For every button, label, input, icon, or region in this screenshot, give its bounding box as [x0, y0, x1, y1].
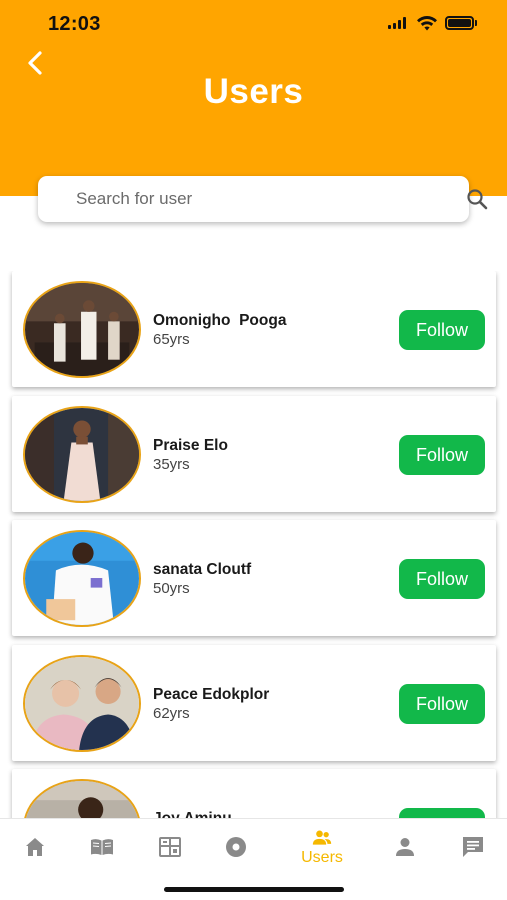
tab-bible[interactable] [82, 819, 122, 875]
user-name: Joy Aminu [153, 810, 232, 818]
user-name: Omonigho Pooga [153, 312, 287, 329]
tab-dashboard[interactable] [150, 819, 190, 875]
status-time: 12:03 [48, 13, 101, 35]
user-card[interactable]: sanata Cloutf 50yrs Follow [12, 520, 496, 636]
follow-button[interactable]: Follow [399, 435, 485, 475]
user-avatar[interactable] [23, 530, 141, 627]
book-icon [91, 839, 113, 855]
follow-button[interactable]: Follow [399, 808, 485, 818]
user-card[interactable]: Peace Edokplor 62yrs Follow [12, 645, 496, 761]
user-age: 62yrs [153, 705, 190, 722]
user-list[interactable]: Omonigho Pooga 65yrs Follow Praise Elo 3… [0, 271, 507, 818]
home-icon [26, 838, 44, 856]
wifi-icon [417, 15, 437, 31]
home-indicator [164, 887, 344, 892]
signal-icon [388, 17, 406, 29]
follow-button[interactable]: Follow [399, 559, 485, 599]
battery-nub [475, 20, 477, 26]
user-avatar[interactable] [23, 779, 141, 818]
person-icon [396, 838, 414, 856]
user-age: 65yrs [153, 331, 190, 348]
user-name: Praise Elo [153, 437, 228, 454]
avatar-image [25, 408, 139, 501]
user-avatar[interactable] [23, 281, 141, 378]
follow-button[interactable]: Follow [399, 310, 485, 350]
page-title: Users [203, 72, 304, 111]
avatar-image [25, 283, 139, 376]
tab-users-label: Users [301, 848, 343, 866]
follow-button[interactable]: Follow [399, 684, 485, 724]
avatar-image [25, 532, 139, 625]
tab-chat[interactable] [453, 819, 493, 875]
avatar-image [25, 657, 139, 750]
user-name: sanata Cloutf [153, 561, 252, 578]
user-age: 35yrs [153, 456, 190, 473]
user-name: Peace Edokplor [153, 686, 270, 703]
user-avatar[interactable] [23, 655, 141, 752]
disc-icon [226, 837, 246, 857]
user-age: 50yrs [153, 580, 190, 597]
user-avatar[interactable] [23, 406, 141, 503]
tab-home[interactable] [15, 819, 55, 875]
avatar-image [25, 781, 139, 818]
tab-profile[interactable] [385, 819, 425, 875]
search-bar[interactable] [38, 176, 488, 222]
status-bar: 12:03 [0, 0, 507, 48]
users-icon [312, 830, 332, 845]
chat-icon [463, 837, 483, 857]
tab-users[interactable]: Users [300, 819, 344, 875]
tab-media[interactable] [216, 819, 256, 875]
user-card[interactable]: Praise Elo 35yrs Follow [12, 396, 496, 512]
user-card[interactable]: Joy Aminu Follow [12, 769, 496, 818]
battery-icon [445, 16, 474, 30]
dashboard-icon [159, 837, 181, 857]
search-icon[interactable] [466, 188, 488, 210]
search-input[interactable] [76, 176, 416, 222]
user-card[interactable]: Omonigho Pooga 65yrs Follow [12, 271, 496, 387]
